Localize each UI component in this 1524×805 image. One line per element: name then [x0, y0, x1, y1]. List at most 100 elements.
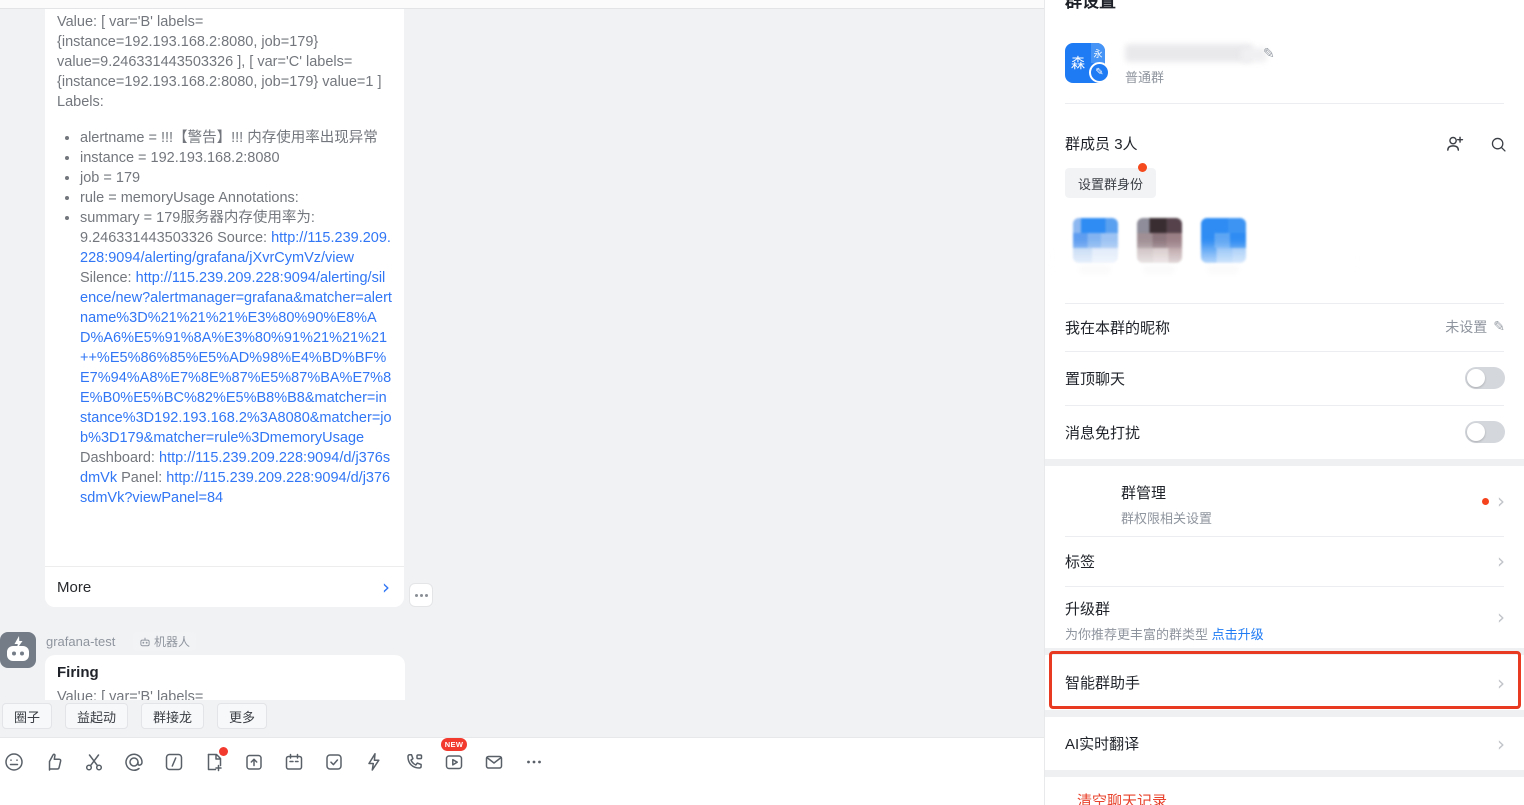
- new-badge: NEW: [441, 738, 467, 751]
- new-doc-icon[interactable]: [202, 747, 228, 774]
- pin-chat-label: 置顶聊天: [1065, 370, 1126, 388]
- pin-chat-row: 置顶聊天: [1045, 351, 1524, 405]
- section-separator: [1045, 648, 1524, 655]
- panel-title: 群设置: [1065, 0, 1116, 11]
- app-window: Value: [ var='B' labels= {instance=192.1…: [0, 0, 1524, 805]
- screenshot-scissors-icon[interactable]: [82, 750, 106, 774]
- add-member-icon[interactable]: [1443, 132, 1465, 154]
- calendar-icon[interactable]: [282, 750, 306, 774]
- upgrade-link[interactable]: 点击升级: [1212, 627, 1264, 642]
- clipped-value-line: Value: [ var='B' labels=: [57, 689, 204, 700]
- tags-row[interactable]: 标签 ›: [1045, 536, 1524, 586]
- group-manage-row[interactable]: 王森 群主 群管理 群权限相关设置 ›: [1045, 466, 1524, 536]
- todo-icon[interactable]: [322, 750, 346, 774]
- tab-group-relay[interactable]: 群接龙: [141, 703, 205, 729]
- chat-area: Value: [ var='B' labels= {instance=192.1…: [0, 0, 1044, 805]
- bot-badge: 机器人: [133, 632, 197, 651]
- tab-yiqidong[interactable]: 益起动: [65, 703, 129, 729]
- firing-message-bubble: Firing Value: [ var='B' labels=: [45, 655, 405, 700]
- nickname-value: 未设置: [1445, 319, 1488, 335]
- summary-text: Silence:: [80, 270, 136, 286]
- quick-tabs-row: 圈子 益起动 群接龙 更多: [2, 703, 268, 729]
- members-count-label: 群成员 3人: [1065, 133, 1138, 154]
- shortcut-lightning-icon[interactable]: [362, 750, 386, 774]
- chevron-right-icon: ›: [1497, 549, 1505, 573]
- alert-labels-list: alertname = !!!【警告】!!! 内存使用率出现异常 instanc…: [57, 128, 392, 508]
- smart-assistant-row[interactable]: 智能群助手 ›: [1045, 655, 1524, 710]
- edit-nickname-icon[interactable]: ✎: [1493, 319, 1505, 335]
- members-count: 3人: [1114, 136, 1138, 153]
- group-type-label: 普通群: [1125, 70, 1165, 85]
- bot-avatar[interactable]: [0, 632, 36, 668]
- summary-text: Panel:: [117, 470, 167, 486]
- mail-icon[interactable]: [482, 750, 506, 774]
- alert-label-item: job = 179: [80, 168, 392, 188]
- ai-translate-label: AI实时翻译: [1065, 736, 1140, 753]
- robot-icon: [140, 637, 150, 646]
- notification-dot: [1138, 163, 1147, 172]
- notification-dot: [219, 747, 228, 756]
- summary-text: Dashboard:: [80, 450, 159, 466]
- sender-name: grafana-test: [46, 634, 116, 649]
- alert-value-line: {instance=192.193.168.2:8080, job=179}: [57, 34, 319, 50]
- alert-message-bubble: Value: [ var='B' labels= {instance=192.1…: [45, 9, 404, 607]
- thumbs-up-icon[interactable]: [42, 750, 66, 774]
- chevron-right-icon: ›: [1497, 489, 1505, 513]
- alert-summary-item: summary = 179服务器内存使用率为: 9.24633144350332…: [80, 208, 392, 508]
- chevron-right-icon: ›: [382, 575, 390, 599]
- tab-circle[interactable]: 圈子: [2, 703, 53, 729]
- upgrade-title: 升级群: [1065, 601, 1111, 618]
- section-separator: [1045, 770, 1524, 777]
- alert-label-item: alertname = !!!【警告】!!! 内存使用率出现异常: [80, 128, 392, 148]
- ai-translate-row[interactable]: AI实时翻译 ›: [1045, 717, 1524, 770]
- group-avatar-corner-char: 永: [1091, 43, 1105, 63]
- members-label-text: 群成员: [1065, 136, 1111, 153]
- nickname-row[interactable]: 我在本群的昵称 未设置 ✎: [1045, 303, 1524, 351]
- file-upload-icon[interactable]: [242, 750, 266, 774]
- upgrade-group-row[interactable]: 升级群 为你推荐更丰富的群类型 点击升级 ›: [1045, 586, 1524, 648]
- clear-chat-history-button[interactable]: 清空聊天记录: [1077, 790, 1167, 805]
- notification-dot: [1482, 497, 1489, 505]
- upgrade-subtitle: 为你推荐更丰富的群类型: [1065, 627, 1212, 642]
- silence-link[interactable]: http://115.239.209.228:9094/alerting/sil…: [80, 270, 392, 446]
- mute-label: 消息免打扰: [1065, 424, 1141, 442]
- alert-labels-heading: Labels:: [57, 94, 104, 110]
- section-separator: [1045, 459, 1524, 466]
- quick-command-icon[interactable]: [162, 750, 186, 774]
- set-group-identity-button[interactable]: 设置群身份: [1065, 168, 1157, 198]
- more-tools-icon[interactable]: [522, 750, 546, 774]
- emoji-icon[interactable]: [2, 750, 26, 774]
- at-mention-icon[interactable]: [122, 750, 146, 774]
- chevron-right-icon: ›: [1497, 670, 1505, 695]
- alert-value-line: {instance=192.193.168.2:8080, job=179} v…: [57, 74, 382, 90]
- group-name-redacted: [1125, 44, 1253, 62]
- alert-label-item: rule = memoryUsage Annotations:: [80, 188, 392, 208]
- nickname-label: 我在本群的昵称: [1065, 319, 1171, 337]
- more-label: More: [57, 578, 92, 596]
- chevron-right-icon: ›: [1497, 605, 1505, 629]
- video-meeting-icon[interactable]: NEW: [441, 738, 467, 774]
- pin-chat-toggle[interactable]: [1465, 367, 1505, 389]
- edit-avatar-icon[interactable]: ✎: [1089, 62, 1110, 83]
- group-settings-panel: 群设置 森 永 ✎ ✎ 普通群 群成员 3人 设置群身份 我在本群的昵称 未设置…: [1044, 0, 1524, 805]
- divider: [1065, 103, 1504, 104]
- group-manage-title: 群管理: [1121, 485, 1167, 502]
- bot-badge-label: 机器人: [154, 635, 191, 649]
- tab-more[interactable]: 更多: [217, 703, 268, 729]
- voice-video-call-icon[interactable]: [402, 750, 426, 774]
- message-actions-button[interactable]: [409, 583, 433, 607]
- mute-toggle[interactable]: [1465, 421, 1505, 443]
- tags-label: 标签: [1065, 553, 1096, 571]
- section-separator: [1045, 710, 1524, 717]
- chat-top-divider: [0, 0, 1044, 9]
- edit-group-name-icon[interactable]: ✎: [1263, 46, 1275, 62]
- redaction-blur-overlay: [1045, 244, 1365, 304]
- alert-message-text: Value: [ var='B' labels= {instance=192.1…: [45, 9, 404, 566]
- message-more-row[interactable]: More ›: [45, 566, 404, 607]
- smart-assistant-label: 智能群助手: [1065, 675, 1141, 692]
- alert-value-line: value=9.246331443503326 ], [ var='C' lab…: [57, 54, 353, 70]
- alert-value-line: Value: [ var='B' labels=: [57, 14, 204, 30]
- search-members-icon[interactable]: [1487, 133, 1509, 155]
- alert-label-item: instance = 192.193.168.2:8080: [80, 148, 392, 168]
- chevron-right-icon: ›: [1497, 731, 1505, 756]
